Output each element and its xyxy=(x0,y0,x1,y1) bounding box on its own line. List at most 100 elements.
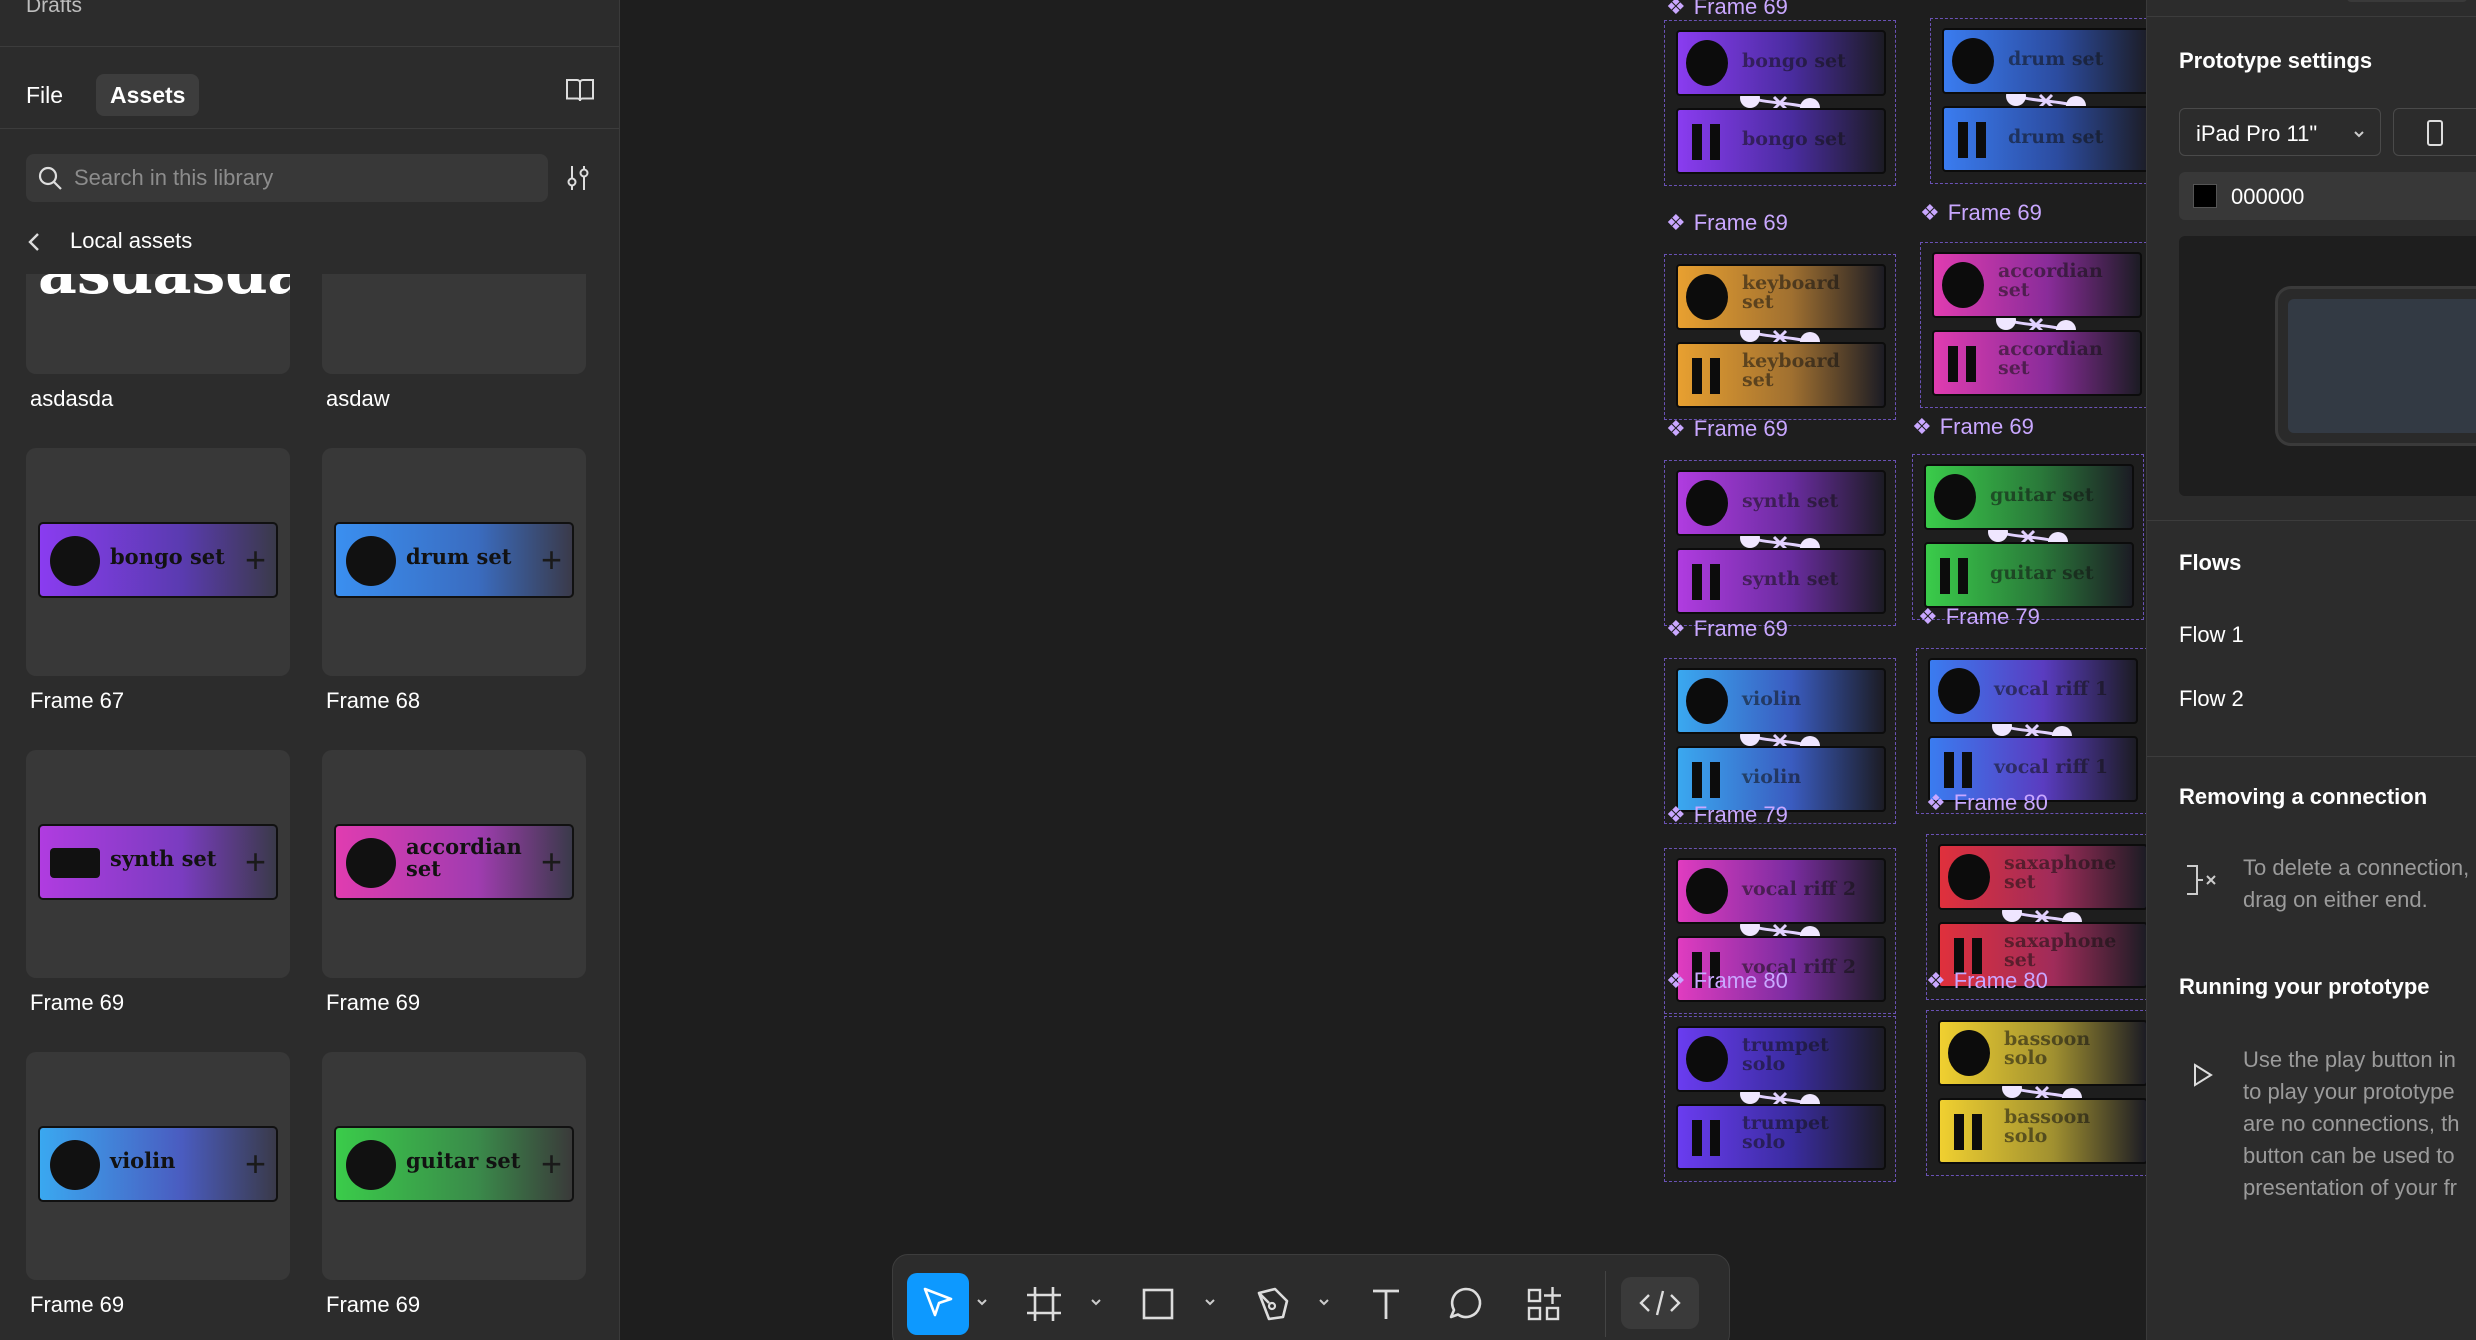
chevron-down-icon xyxy=(2354,131,2364,138)
section-heading: Flows xyxy=(2179,550,2242,575)
component-icon: ❖ xyxy=(1666,0,1686,19)
bongo-icon xyxy=(50,536,100,586)
button-label: bongo set xyxy=(1742,50,1846,72)
button-label: violin xyxy=(1742,688,1802,710)
comment-tool-button[interactable] xyxy=(1435,1273,1497,1335)
button-label: bassoon solo xyxy=(2004,1106,2091,1147)
sound-button[interactable]: vocal riff 2 xyxy=(1676,858,1886,924)
play-icon xyxy=(2194,1063,2213,1087)
sound-button[interactable]: synth set xyxy=(1676,548,1886,614)
chevron-down-icon[interactable] xyxy=(975,1295,989,1309)
add-icon[interactable]: + xyxy=(245,542,266,578)
tab-assets[interactable]: Assets xyxy=(96,74,200,116)
asset-card[interactable]: accordian set + xyxy=(322,750,586,978)
asset-chip: accordian set + xyxy=(334,824,574,900)
component-icon: ❖ xyxy=(1918,604,1938,629)
sound-button[interactable]: accordian set xyxy=(1932,330,2142,396)
guitar-icon xyxy=(1934,474,1976,520)
search-input[interactable]: Search in this library xyxy=(26,154,548,202)
chip-label: accordian set xyxy=(406,834,522,881)
help-text: button can be used to xyxy=(2243,1143,2455,1168)
back-chevron-icon[interactable] xyxy=(24,228,44,256)
frame-label-text: Frame 69 xyxy=(1939,414,2034,439)
tab-file[interactable]: File xyxy=(12,74,77,116)
sound-button[interactable]: accordian set xyxy=(1932,252,2142,318)
disconnect-icon xyxy=(2187,865,2216,895)
component-icon: ❖ xyxy=(1666,416,1686,441)
asset-label: Frame 69 xyxy=(326,1292,421,1317)
frame-label-text: Frame 69 xyxy=(1693,616,1788,641)
button-label: drum set xyxy=(2008,126,2104,148)
background-color-field[interactable]: 000000 xyxy=(2179,172,2476,220)
pause-icon xyxy=(1942,752,1976,788)
sound-button[interactable]: keyboard set xyxy=(1676,264,1886,330)
component-icon: ❖ xyxy=(1666,616,1686,641)
keyboard-icon xyxy=(1686,274,1728,320)
add-icon[interactable]: + xyxy=(245,1146,266,1182)
frame-label: ❖ Frame 69 xyxy=(1920,200,2042,226)
chevron-down-icon[interactable] xyxy=(1089,1295,1103,1309)
library-book-icon[interactable] xyxy=(564,74,596,106)
device-select[interactable]: iPad Pro 11" xyxy=(2179,108,2381,156)
sound-button[interactable]: guitar set xyxy=(1924,464,2134,530)
asset-card[interactable]: drum set + xyxy=(322,448,586,676)
vocal-icon xyxy=(1938,668,1980,714)
asset-card[interactable]: bongo set + xyxy=(26,448,290,676)
add-icon[interactable]: + xyxy=(245,844,266,880)
code-icon xyxy=(1639,1290,1681,1316)
components-icon xyxy=(1527,1287,1561,1321)
chevron-down-icon[interactable] xyxy=(1203,1295,1217,1309)
asset-label: asdasda xyxy=(30,386,114,411)
asset-card[interactable]: violin + xyxy=(26,1052,290,1280)
shape-tool-button[interactable] xyxy=(1127,1273,1189,1335)
rectangle-icon xyxy=(1142,1288,1174,1320)
add-icon[interactable]: + xyxy=(541,1146,562,1182)
dev-mode-toggle[interactable] xyxy=(1621,1277,1699,1329)
add-icon[interactable]: + xyxy=(541,542,562,578)
button-label: keyboard set xyxy=(1742,272,1840,313)
pause-icon xyxy=(1938,558,1972,594)
move-tool-button[interactable] xyxy=(907,1273,969,1335)
sound-button[interactable]: bongo set xyxy=(1676,30,1886,96)
text-tool-button[interactable] xyxy=(1355,1273,1417,1335)
sound-button[interactable]: guitar set xyxy=(1924,542,2134,608)
bongo-icon xyxy=(1686,40,1728,86)
search-placeholder: Search in this library xyxy=(74,165,274,190)
pause-icon xyxy=(1690,1120,1724,1156)
sound-button[interactable]: drum set xyxy=(1942,106,2152,172)
pause-icon xyxy=(1690,564,1724,600)
divider xyxy=(2147,16,2476,17)
frame-label: ❖ Frame 69 xyxy=(1912,414,2034,440)
flow-item[interactable]: Flow 2 xyxy=(2179,686,2244,712)
add-icon[interactable]: + xyxy=(541,844,562,880)
sound-button[interactable]: drum set xyxy=(1942,28,2152,94)
device-portrait-icon xyxy=(2427,120,2443,146)
section-heading: Removing a connection xyxy=(2179,784,2428,809)
sound-button[interactable]: saxaphone set xyxy=(1938,844,2148,910)
button-label: synth set xyxy=(1742,568,1839,590)
prototype-panel: Prototype settings iPad Pro 11" 000000 F… xyxy=(2146,0,2476,1340)
sound-button[interactable]: bassoon solo xyxy=(1938,1020,2148,1086)
sound-button[interactable]: trumpet solo xyxy=(1676,1026,1886,1092)
flow-item[interactable]: Flow 1 xyxy=(2179,622,2244,648)
orientation-button[interactable] xyxy=(2393,108,2476,156)
asset-card[interactable]: synth set + xyxy=(26,750,290,978)
sound-button[interactable]: bassoon solo xyxy=(1938,1098,2148,1164)
asset-chip: bongo set + xyxy=(38,522,278,598)
sound-button[interactable]: synth set xyxy=(1676,470,1886,536)
device-preview xyxy=(2179,236,2476,496)
sound-button[interactable]: violin xyxy=(1676,668,1886,734)
design-canvas[interactable]: bongo set bongo set keyboard set keyboard s… xyxy=(620,0,2476,1340)
pen-tool-button[interactable] xyxy=(1241,1273,1303,1335)
chevron-down-icon[interactable] xyxy=(1317,1295,1331,1309)
color-swatch[interactable] xyxy=(2193,184,2217,208)
sound-button[interactable]: trumpet solo xyxy=(1676,1104,1886,1170)
frame-tool-button[interactable] xyxy=(1013,1273,1075,1335)
sound-button[interactable]: vocal riff 1 xyxy=(1928,658,2138,724)
filter-settings-icon[interactable] xyxy=(562,162,594,194)
sound-button[interactable]: bongo set xyxy=(1676,108,1886,174)
sound-button[interactable]: keyboard set xyxy=(1676,342,1886,408)
resources-tool-button[interactable] xyxy=(1513,1273,1575,1335)
asset-card[interactable]: guitar set + xyxy=(322,1052,586,1280)
component-icon: ❖ xyxy=(1666,968,1686,993)
